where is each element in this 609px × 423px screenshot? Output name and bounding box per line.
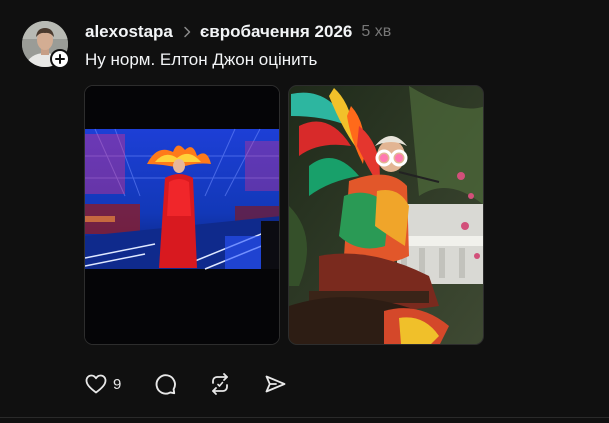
share-button[interactable] (263, 372, 287, 396)
post-image-2[interactable] (288, 85, 484, 345)
username-link[interactable]: alexostapa (85, 22, 173, 42)
send-icon (265, 375, 286, 393)
repost-icon (212, 373, 229, 395)
chevron-right-icon (183, 26, 191, 38)
next-post-edge (0, 418, 609, 423)
post-card: alexostapa євробачення 2026 5 хв Ну норм… (0, 0, 609, 417)
heart-icon (85, 374, 107, 394)
follow-button[interactable] (50, 49, 70, 69)
post-text: Ну норм. Елтон Джон оцінить (85, 50, 318, 69)
post-header: alexostapa євробачення 2026 5 хв (85, 21, 391, 43)
like-button[interactable]: 9 (84, 372, 121, 396)
post-timestamp[interactable]: 5 хв (361, 23, 391, 41)
post-image-1[interactable] (84, 85, 280, 345)
comment-icon (155, 374, 177, 395)
like-count: 9 (113, 375, 122, 393)
plus-icon (55, 54, 65, 64)
repost-button[interactable] (208, 372, 232, 396)
comment-button[interactable] (153, 372, 177, 396)
community-link[interactable]: євробачення 2026 (200, 22, 352, 42)
post-actions: 9 (84, 371, 287, 397)
